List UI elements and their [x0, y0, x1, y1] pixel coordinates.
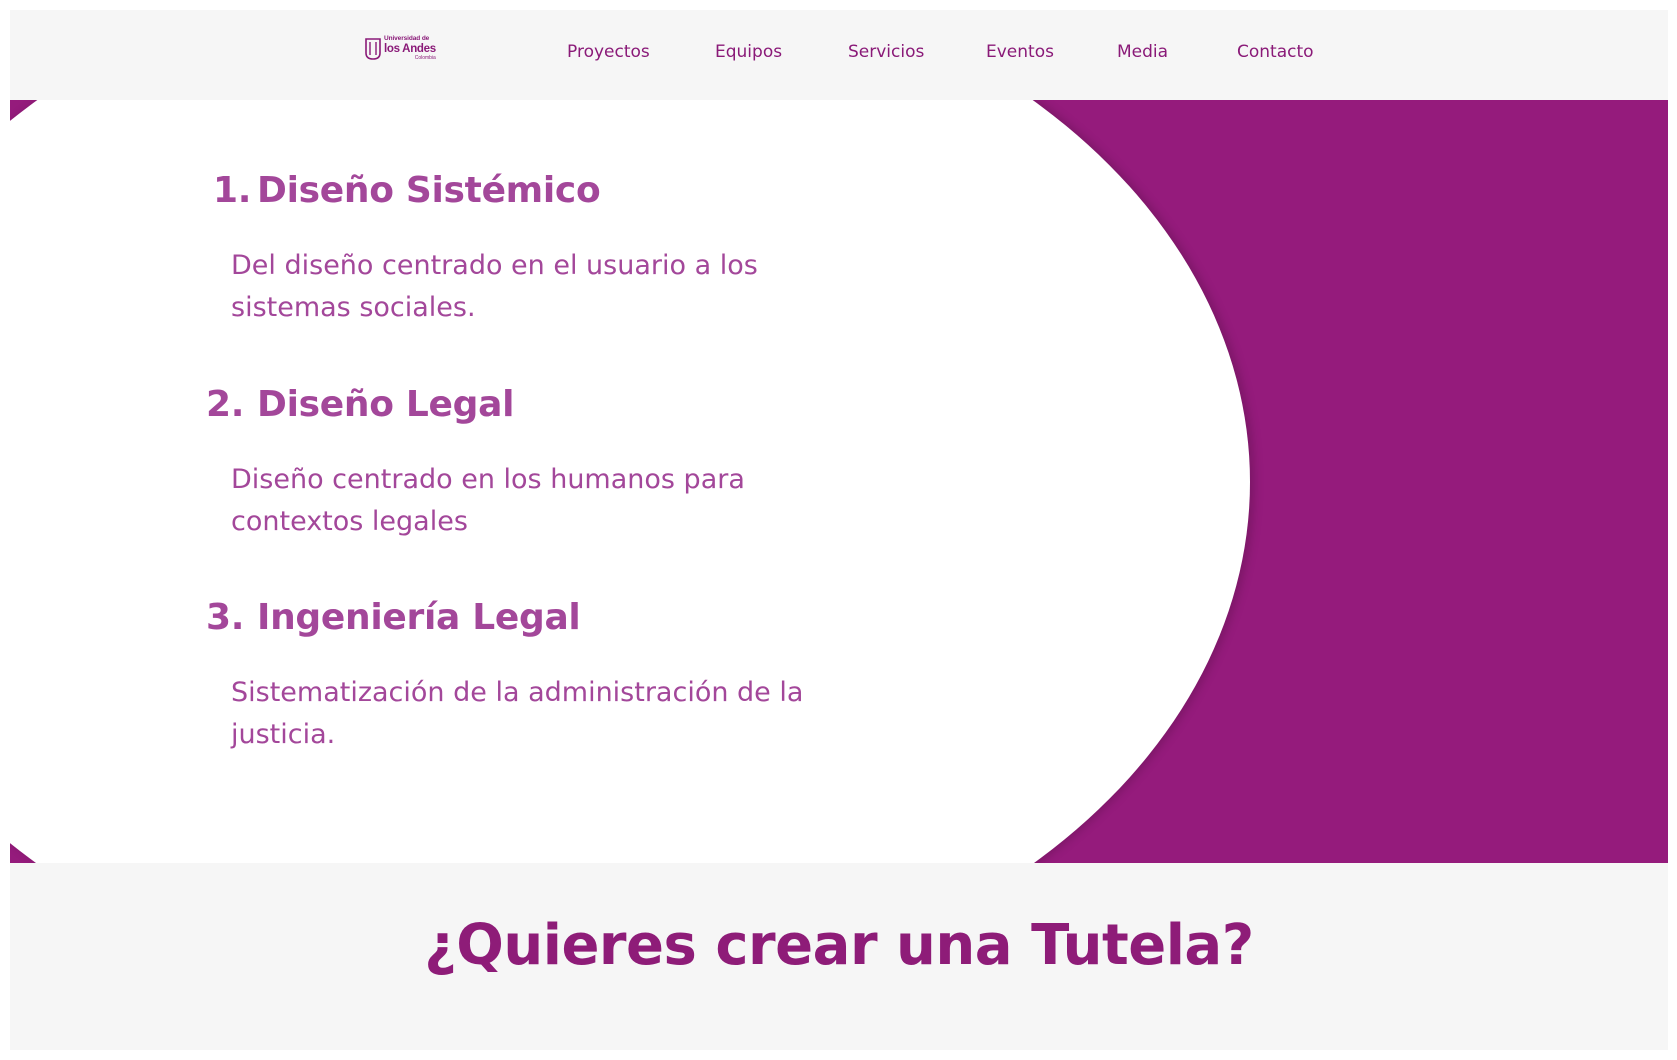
service-title-text-2: Diseño Legal	[257, 384, 515, 425]
service-number-1: 1.	[213, 170, 252, 211]
cta-section: ¿Quieres crear una Tutela?	[10, 863, 1668, 1050]
nav-link-proyectos[interactable]: Proyectos	[567, 42, 650, 62]
service-title-2: 2. Diseño Legal	[206, 384, 514, 425]
service-title-1: 1. Diseño Sistémico	[213, 170, 601, 211]
site-header: Universidad de los Andes Colombia Proyec…	[10, 10, 1668, 100]
service-title-text-1: Diseño Sistémico	[257, 170, 601, 211]
cta-title[interactable]: ¿Quieres crear una Tutela?	[10, 913, 1668, 978]
nav-link-media[interactable]: Media	[1117, 42, 1168, 62]
service-number-3: 3.	[206, 597, 245, 638]
services-hero: 1. Diseño Sistémico Del diseño centrado e…	[10, 100, 1668, 863]
service-number-2: 2.	[206, 384, 245, 425]
nav-link-contacto[interactable]: Contacto	[1237, 42, 1314, 62]
nav-link-equipos[interactable]: Equipos	[715, 42, 782, 62]
service-description-1: Del diseño centrado en el usuario a los …	[231, 250, 758, 323]
service-description-2: Diseño centrado en los humanos para cont…	[231, 464, 745, 537]
nav-link-eventos[interactable]: Eventos	[986, 42, 1054, 62]
main-nav: Proyectos Equipos Servicios Eventos Medi…	[10, 10, 1668, 100]
page: Universidad de los Andes Colombia Proyec…	[10, 10, 1668, 1050]
service-description-3: Sistematización de la administración de …	[231, 677, 804, 750]
service-title-text-3: Ingeniería Legal	[257, 597, 581, 638]
service-title-3: 3. Ingeniería Legal	[206, 597, 581, 638]
services-list: 1. Diseño Sistémico Del diseño centrado e…	[10, 100, 910, 863]
nav-link-servicios[interactable]: Servicios	[848, 42, 924, 62]
